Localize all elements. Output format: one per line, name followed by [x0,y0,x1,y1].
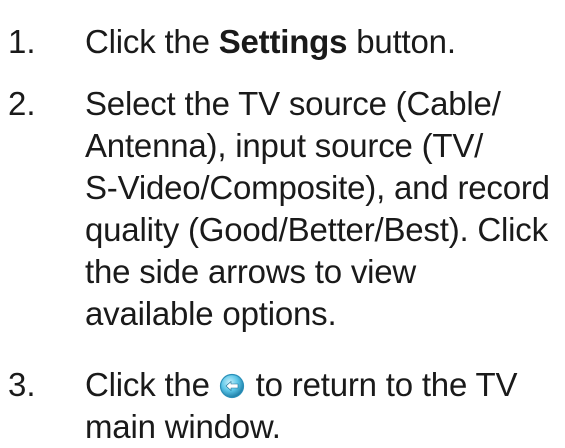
step-number: 2. [8,85,36,122]
step-text: Click the Settings button. [85,23,456,60]
back-arrow-icon [219,373,244,399]
settings-label: Settings [218,23,348,60]
step-number: 1. [8,23,36,60]
step-number: 3. [8,366,36,403]
step-text: Click the to return to the TV main windo… [85,366,518,445]
step-text: Select the TV source (Cable/ Antenna), i… [85,85,550,332]
